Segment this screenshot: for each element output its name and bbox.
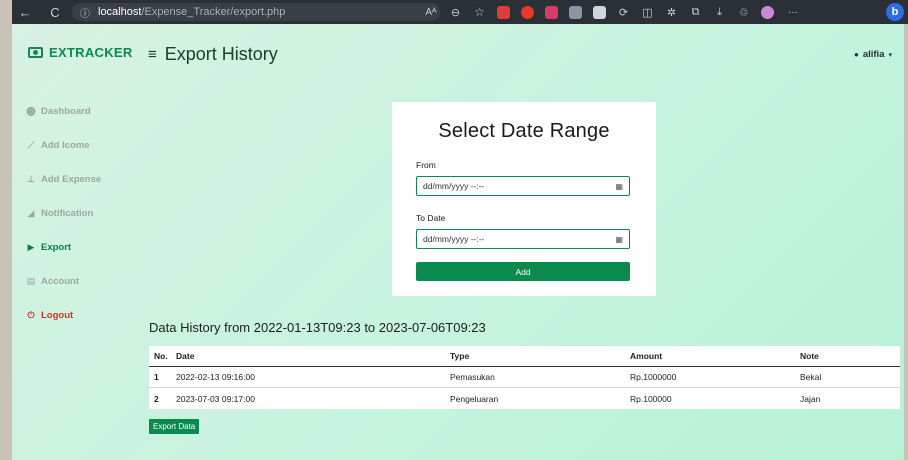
- app-window: EXTRACKER ⓿ Dashboard ⟋ Add Icome ⊥ Add …: [12, 24, 904, 460]
- sidebar-item-export[interactable]: ▶ Export: [26, 230, 101, 264]
- add-button[interactable]: Add: [416, 262, 630, 281]
- extension-m-icon[interactable]: [545, 5, 558, 19]
- page-header: ≡ Export History: [148, 44, 278, 65]
- sidebar-item-dashboard[interactable]: ⓿ Dashboard: [26, 94, 101, 128]
- page-title: Export History: [164, 44, 278, 64]
- favorites-icon[interactable]: ✲: [665, 6, 678, 19]
- brand-logo[interactable]: EXTRACKER: [28, 45, 133, 60]
- chart-icon: ⟋: [27, 139, 35, 150]
- history-title: Data History from 2022-01-13T09:23 to 20…: [149, 320, 486, 335]
- downloads-icon[interactable]: ⤓: [713, 6, 726, 19]
- calendar-icon[interactable]: ▦: [615, 235, 623, 244]
- power-icon: ⏻: [27, 309, 35, 320]
- bing-copilot-icon[interactable]: b: [886, 3, 904, 21]
- extension-bar: Aᴬ ⊖ ☆ ⟳ ◫ ✲ ⧉ ⤓ ♲ ···: [424, 0, 801, 24]
- dashboard-icon: ⓿: [26, 106, 36, 117]
- refresh-icon[interactable]: C: [48, 5, 62, 20]
- username: alifia: [862, 49, 885, 60]
- extension-gray-icon[interactable]: [569, 5, 582, 19]
- send-icon: ◢: [27, 207, 35, 218]
- from-label: From: [416, 160, 436, 170]
- cell-no: 2: [154, 393, 159, 404]
- sidebar-item-notification[interactable]: ◢ Notification: [26, 196, 101, 230]
- back-icon[interactable]: ←: [18, 5, 32, 20]
- sidebar-item-add-expense[interactable]: ⊥ Add Expense: [26, 162, 101, 196]
- sidebar-item-label: Logout: [41, 309, 74, 321]
- extension-red-icon[interactable]: [497, 5, 510, 19]
- url-path: /Expense_Tracker/export.php: [141, 6, 286, 18]
- url-host: localhost: [98, 6, 142, 18]
- info-icon[interactable]: ⓘ: [80, 5, 90, 20]
- caret-down-icon: ▾: [888, 51, 892, 59]
- table-header-row: No. Date Type Amount Note: [149, 346, 900, 367]
- id-card-icon: ▤: [26, 275, 36, 286]
- cell-amount: Rp.1000000: [630, 372, 677, 382]
- to-date-label: To Date: [416, 213, 446, 223]
- cell-note: Bekal: [800, 372, 822, 382]
- menu-toggle-icon[interactable]: ≡: [148, 46, 157, 63]
- export-data-button[interactable]: Export Data: [149, 419, 200, 434]
- reader-icon[interactable]: Aᴬ: [424, 6, 438, 19]
- date-range-card: Select Date Range From dd/mm/yyyy --:-- …: [392, 102, 656, 296]
- sidebar-item-label: Export: [41, 241, 72, 253]
- sidebar-menu: ⓿ Dashboard ⟋ Add Icome ⊥ Add Expense ◢ …: [26, 94, 101, 332]
- address-bar[interactable]: ⓘ localhost/Expense_Tracker/export.php: [72, 3, 440, 21]
- brand-name: EXTRACKER: [49, 45, 133, 60]
- column-header: No.: [154, 351, 168, 361]
- table-row: 1 2022-02-13 09:16:00 Pemasukan Rp.10000…: [149, 367, 900, 388]
- to-date-value: dd/mm/yyyy --:--: [423, 234, 485, 244]
- export-icon: ▶: [27, 241, 35, 252]
- history-table: No. Date Type Amount Note 1 2022-02-13 0…: [149, 346, 900, 409]
- extension-puzzle-icon[interactable]: ⟳: [617, 6, 630, 19]
- profile-avatar-icon[interactable]: [761, 5, 774, 19]
- sidebar-item-logout[interactable]: ⏻ Logout: [26, 298, 101, 332]
- cell-note: Jajan: [800, 393, 821, 404]
- column-header: Type: [450, 351, 470, 361]
- hand-coin-icon: ⊥: [26, 173, 36, 184]
- cell-no: 1: [154, 372, 159, 382]
- sidebar-item-account[interactable]: ▤ Account: [26, 264, 101, 298]
- extension-note-icon[interactable]: [593, 5, 606, 19]
- split-screen-icon[interactable]: ◫: [641, 6, 654, 19]
- user-icon: ●: [853, 50, 859, 59]
- sidebar-item-label: Account: [41, 275, 79, 287]
- cell-amount: Rp.100000: [630, 393, 672, 404]
- sidebar-item-add-income[interactable]: ⟋ Add Icome: [26, 128, 101, 162]
- sidebar-item-label: Dashboard: [41, 105, 91, 117]
- more-options-icon[interactable]: ···: [785, 6, 801, 19]
- sidebar: EXTRACKER ⓿ Dashboard ⟋ Add Icome ⊥ Add …: [12, 24, 138, 460]
- to-date-input[interactable]: dd/mm/yyyy --:-- ▦: [416, 229, 630, 249]
- column-header: Note: [800, 351, 819, 361]
- form-title: Select Date Range: [438, 120, 610, 142]
- sidebar-item-label: Add Icome: [41, 139, 90, 151]
- table-row: 2 2023-07-03 09:17:00 Pengeluaran Rp.100…: [149, 388, 900, 409]
- cell-type: Pemasukan: [450, 372, 495, 382]
- from-date-input[interactable]: dd/mm/yyyy --:-- ▦: [416, 176, 630, 196]
- performance-icon[interactable]: ♲: [737, 6, 750, 19]
- user-menu[interactable]: ● alifia ▾: [854, 49, 892, 60]
- zoom-icon[interactable]: ⊖: [449, 6, 462, 19]
- collections-icon[interactable]: ⧉: [689, 6, 702, 19]
- favorite-star-icon[interactable]: ☆: [473, 5, 486, 19]
- sidebar-item-label: Notification: [41, 207, 94, 219]
- cell-date: 2023-07-03 09:17:00: [176, 393, 255, 404]
- extension-orange-icon[interactable]: [521, 5, 534, 19]
- cell-date: 2022-02-13 09:16:00: [176, 372, 255, 382]
- sidebar-item-label: Add Expense: [41, 173, 102, 185]
- cell-type: Pengeluaran: [450, 393, 499, 404]
- column-header: Date: [176, 351, 195, 361]
- from-date-value: dd/mm/yyyy --:--: [423, 181, 485, 191]
- calendar-icon[interactable]: ▦: [615, 182, 623, 191]
- column-header: Amount: [630, 351, 663, 361]
- money-icon: [28, 47, 43, 58]
